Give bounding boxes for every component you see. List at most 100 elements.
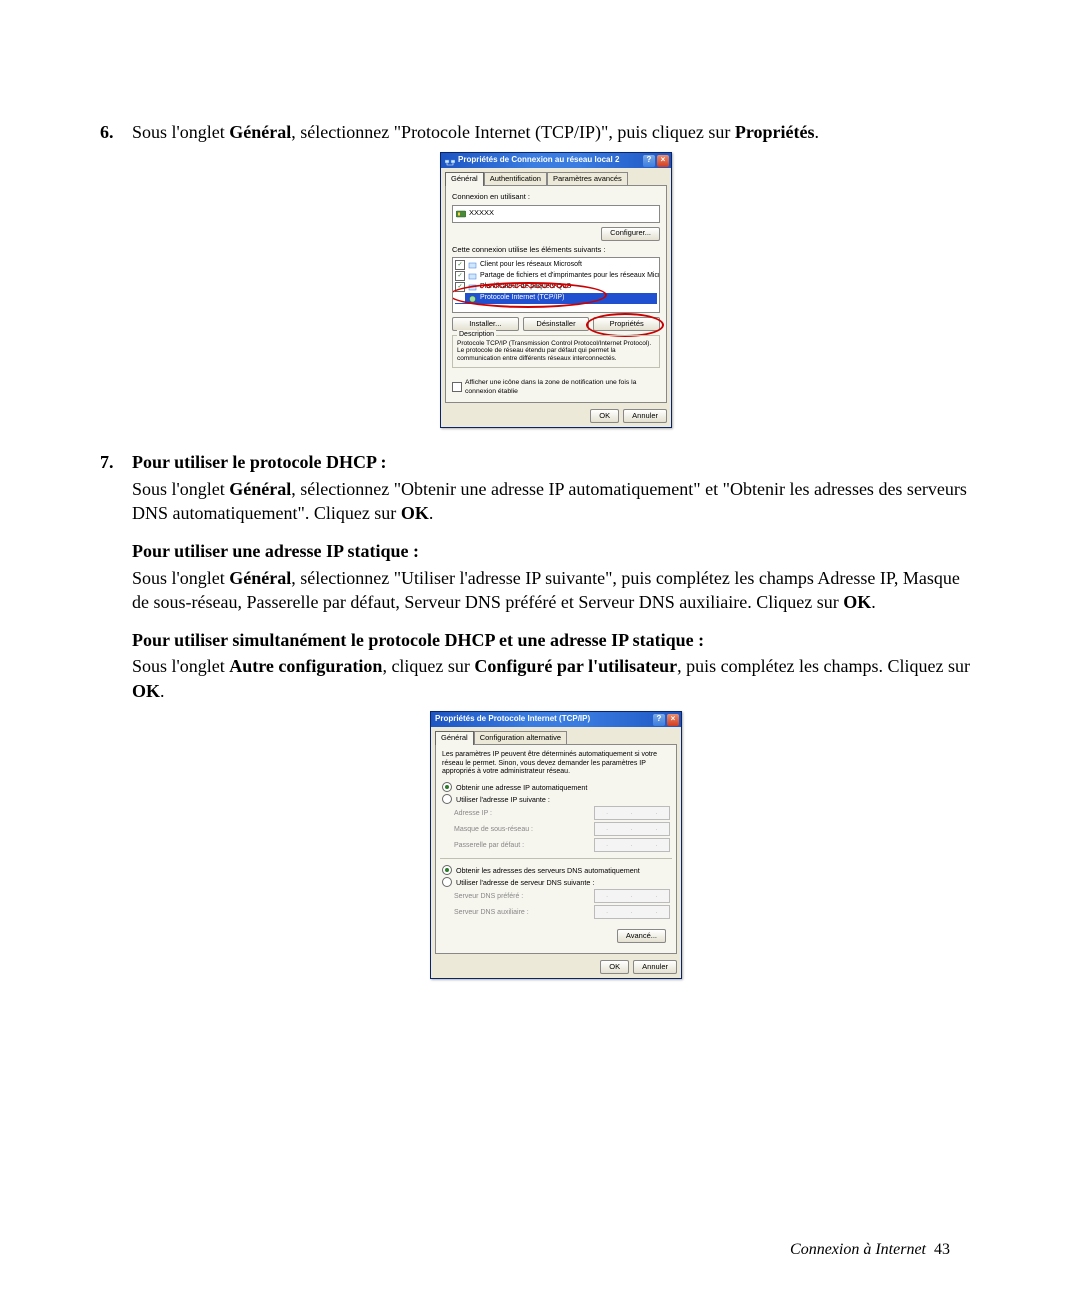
qos-icon — [468, 283, 477, 292]
dialog-title: Propriétés de Protocole Internet (TCP/IP… — [435, 714, 590, 725]
ip-input: ... — [594, 905, 670, 919]
bold: OK — [843, 592, 871, 612]
close-button[interactable]: × — [657, 155, 669, 167]
radio-icon[interactable] — [442, 794, 452, 804]
text: . — [429, 503, 434, 523]
ip-row: Adresse IP : ... — [454, 806, 670, 820]
document-page: 6. Sous l'onglet Général, sélectionnez "… — [0, 0, 1080, 1309]
description-group: Description Protocole TCP/IP (Transmissi… — [452, 335, 660, 368]
protocol-icon — [468, 294, 477, 303]
field-label: Serveur DNS préféré : — [454, 892, 594, 901]
properties-button[interactable]: Propriétés — [593, 317, 660, 331]
bold: Propriétés — [735, 122, 815, 142]
help-button[interactable]: ? — [643, 155, 655, 167]
install-button[interactable]: Installer... — [452, 317, 519, 331]
configure-button[interactable]: Configurer... — [601, 227, 660, 241]
client-icon — [468, 261, 477, 270]
text: . — [871, 592, 876, 612]
titlebar[interactable]: Propriétés de Protocole Internet (TCP/IP… — [431, 712, 681, 727]
step-body: Pour utiliser le protocole DHCP : Sous l… — [132, 450, 980, 993]
close-button[interactable]: × — [667, 714, 679, 726]
list-item-selected[interactable]: ✓ Protocole Internet (TCP/IP) — [455, 293, 657, 304]
ip-input: ... — [594, 889, 670, 903]
list-item[interactable]: ✓ Partage de fichiers et d'imprimantes p… — [455, 271, 657, 282]
step-7: 7. Pour utiliser le protocole DHCP : Sou… — [100, 450, 980, 993]
network-icon — [445, 156, 455, 166]
adapter-name: XXXXX — [469, 208, 494, 218]
tab-alt-config[interactable]: Configuration alternative — [474, 731, 567, 744]
radio-label: Utiliser l'adresse IP suivante : — [456, 795, 550, 805]
dialog-buttons: OK Annuler — [441, 407, 671, 427]
elements-list[interactable]: ✓ Client pour les réseaux Microsoft ✓ Pa… — [452, 257, 660, 313]
cancel-button[interactable]: Annuler — [623, 409, 667, 423]
dialog-title: Propriétés de Connexion au réseau local … — [458, 155, 619, 166]
intro-text: Les paramètres IP peuvent être déterminé… — [442, 751, 670, 776]
separator — [440, 858, 672, 859]
text: . — [160, 681, 165, 701]
notify-row: Afficher une icône dans la zone de notif… — [452, 378, 660, 396]
checkbox-icon[interactable]: ✓ — [455, 293, 465, 303]
checkbox-icon[interactable]: ✓ — [455, 271, 465, 281]
tab-authentication[interactable]: Authentification — [484, 172, 547, 185]
ip-input: ... — [594, 838, 670, 852]
radio-auto-ip[interactable]: Obtenir une adresse IP automatiquement — [442, 782, 670, 792]
field-label: Serveur DNS auxiliaire : — [454, 908, 594, 917]
notify-label: Afficher une icône dans la zone de notif… — [465, 378, 660, 396]
bold: Configuré par l'utilisateur — [474, 656, 677, 676]
list-item[interactable]: ✓ Planificateur de paquets QoS — [455, 282, 657, 293]
lan-properties-dialog: Propriétés de Connexion au réseau local … — [440, 152, 672, 428]
page-footer: Connexion à Internet 43 — [790, 1239, 950, 1261]
tab-advanced[interactable]: Paramètres avancés — [547, 172, 628, 185]
radio-auto-dns[interactable]: Obtenir les adresses des serveurs DNS au… — [442, 865, 670, 875]
radio-icon[interactable] — [442, 782, 452, 792]
dialog-body: Connexion en utilisant : XXXXX Configure… — [445, 185, 667, 403]
heading: Pour utiliser simultanément le protocole… — [132, 630, 704, 650]
text: Sous l'onglet — [132, 656, 229, 676]
step-body: Sous l'onglet Général, sélectionnez "Pro… — [132, 120, 980, 442]
tab-general[interactable]: Général — [445, 172, 484, 186]
elements-label: Cette connexion utilise les éléments sui… — [452, 245, 660, 255]
advanced-row: Avancé... — [442, 923, 670, 947]
adapter-field: XXXXX — [452, 205, 660, 223]
checkbox-icon[interactable]: ✓ — [455, 282, 465, 292]
ip-input: ... — [594, 822, 670, 836]
checkbox-icon[interactable]: ✓ — [455, 260, 465, 270]
text: Sous l'onglet — [132, 122, 229, 142]
advanced-button[interactable]: Avancé... — [617, 929, 666, 943]
page-number: 43 — [934, 1241, 950, 1258]
tab-general[interactable]: Général — [435, 731, 474, 745]
text: . — [814, 122, 819, 142]
field-label: Masque de sous-réseau : — [454, 825, 594, 834]
ok-button[interactable]: OK — [600, 960, 629, 974]
bold: Général — [229, 479, 291, 499]
bold: Général — [229, 568, 291, 588]
list-item-label: Partage de fichiers et d'imprimantes pou… — [480, 271, 660, 280]
field-label: Passerelle par défaut : — [454, 841, 594, 850]
radio-static-dns[interactable]: Utiliser l'adresse de serveur DNS suivan… — [442, 877, 670, 887]
ok-button[interactable]: OK — [590, 409, 619, 423]
list-item[interactable]: ✓ Client pour les réseaux Microsoft — [455, 260, 657, 271]
ip-input: ... — [594, 806, 670, 820]
adapter-icon — [456, 209, 466, 219]
list-item-label: Client pour les réseaux Microsoft — [480, 260, 582, 269]
cancel-button[interactable]: Annuler — [633, 960, 677, 974]
bold: OK — [132, 681, 160, 701]
bold: OK — [401, 503, 429, 523]
radio-static-ip[interactable]: Utiliser l'adresse IP suivante : — [442, 794, 670, 804]
gateway-row: Passerelle par défaut : ... — [454, 838, 670, 852]
text: , puis complétez les champs. Cliquez sur — [677, 656, 970, 676]
checkbox-icon[interactable] — [452, 382, 462, 392]
share-icon — [468, 272, 477, 281]
titlebar[interactable]: Propriétés de Connexion au réseau local … — [441, 153, 671, 168]
text: , cliquez sur — [382, 656, 474, 676]
help-button[interactable]: ? — [653, 714, 665, 726]
dialog-buttons: OK Annuler — [431, 958, 681, 978]
uninstall-button[interactable]: Désinstaller — [523, 317, 590, 331]
bold: Général — [229, 122, 291, 142]
dns2-row: Serveur DNS auxiliaire : ... — [454, 905, 670, 919]
description-text: Protocole TCP/IP (Transmission Control P… — [457, 340, 655, 363]
radio-icon[interactable] — [442, 877, 452, 887]
radio-label: Obtenir une adresse IP automatiquement — [456, 783, 587, 793]
tcpip-properties-dialog: Propriétés de Protocole Internet (TCP/IP… — [430, 711, 682, 979]
radio-icon[interactable] — [442, 865, 452, 875]
